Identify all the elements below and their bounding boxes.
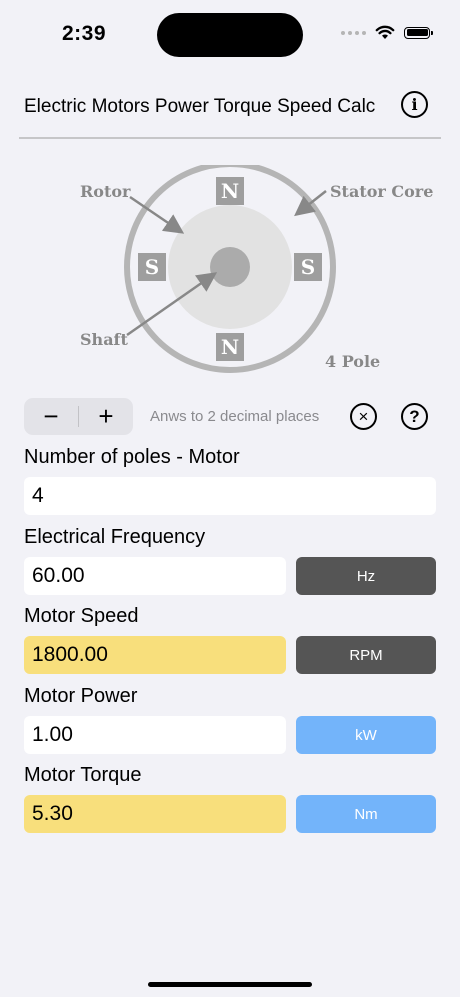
help-icon[interactable]: ? (401, 403, 428, 430)
pole-bottom-letter: N (221, 335, 239, 359)
cellular-signal-icon (341, 30, 366, 35)
poles-input[interactable]: 4 (24, 477, 436, 515)
shaft-circle (210, 247, 250, 287)
decimal-places-note: Anws to 2 decimal places (150, 408, 320, 425)
page-title: Electric Motors Power Torque Speed Calc (24, 96, 376, 117)
stator-label: Stator Core (330, 182, 433, 201)
info-icon[interactable]: i (401, 91, 428, 118)
status-bar: 2:39 (0, 0, 460, 70)
status-icons (341, 25, 433, 40)
clear-icon[interactable]: × (350, 403, 377, 430)
pole-left-letter: S (145, 255, 159, 279)
dynamic-island (157, 13, 303, 57)
wifi-icon (375, 25, 395, 39)
poles-label: Number of poles - Motor (24, 446, 240, 468)
torque-label: Motor Torque (24, 764, 142, 786)
shaft-label: Shaft (80, 330, 128, 349)
pole-right-letter: S (301, 255, 315, 279)
battery-icon (404, 26, 433, 39)
speed-result-field[interactable]: 1800.00 (24, 636, 286, 674)
increment-button[interactable]: + (79, 398, 133, 435)
motor-diagram: N N S S Rotor Stator Core Shaft 4 Pole (80, 165, 433, 373)
frequency-unit-button[interactable]: Hz (296, 557, 436, 595)
torque-unit-button[interactable]: Nm (296, 795, 436, 833)
decrement-button[interactable]: − (24, 398, 78, 435)
speed-label: Motor Speed (24, 605, 139, 627)
frequency-input[interactable]: 60.00 (24, 557, 286, 595)
speed-unit-button[interactable]: RPM (296, 636, 436, 674)
frequency-label: Electrical Frequency (24, 526, 206, 548)
rotor-label: Rotor (80, 182, 131, 201)
decimal-stepper[interactable]: − + (24, 398, 133, 435)
home-indicator[interactable] (148, 982, 312, 987)
torque-result-field[interactable]: 5.30 (24, 795, 286, 833)
power-unit-button[interactable]: kW (296, 716, 436, 754)
power-label: Motor Power (24, 685, 138, 707)
pole-top-letter: N (221, 179, 239, 203)
header-divider (19, 137, 441, 139)
power-input[interactable]: 1.00 (24, 716, 286, 754)
status-time: 2:39 (62, 22, 107, 45)
pole-count-label: 4 Pole (325, 352, 380, 371)
